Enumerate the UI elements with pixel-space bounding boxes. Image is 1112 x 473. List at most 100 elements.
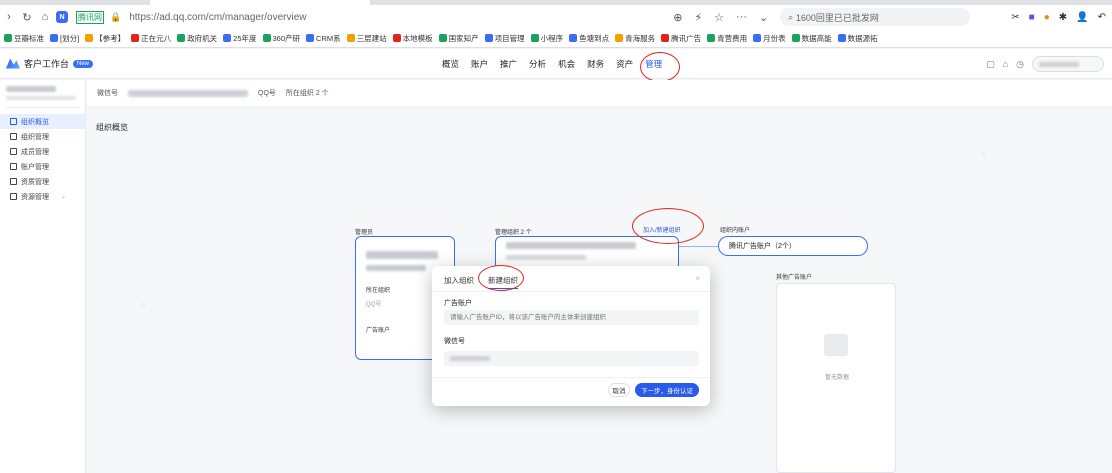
menu-icon <box>10 118 17 125</box>
app-title: 客户工作台 <box>24 59 70 69</box>
cancel-button[interactable]: 取消 <box>608 383 630 397</box>
bookmark-item[interactable]: [划分] <box>50 33 79 44</box>
extension-icon[interactable]: ■ <box>1029 12 1035 23</box>
bookmark-item[interactable]: 25年度 <box>223 33 257 44</box>
tab-create-org[interactable]: 新建组织 <box>488 272 518 289</box>
bookmark-item[interactable]: CRM系 <box>306 33 341 44</box>
nav-item[interactable]: 财务 <box>587 58 604 70</box>
next-identity-button[interactable]: 下一步，身份认证 <box>635 383 699 397</box>
bookmark-label: 国家知产 <box>448 33 479 43</box>
url-bar[interactable]: https://ad.qq.com/cm/manager/overview <box>129 12 649 23</box>
bookmark-icon <box>346 34 355 42</box>
nav-item[interactable]: 分析 <box>529 58 546 70</box>
owner-label: 管理员 <box>355 230 374 236</box>
clock-icon[interactable]: ◷ <box>1016 59 1024 70</box>
bookmark-item[interactable]: 项目管理 <box>484 33 525 44</box>
nav-item[interactable]: 管理 <box>645 58 662 70</box>
mail-icon[interactable]: ▢ <box>986 59 995 70</box>
forward-icon[interactable]: › <box>0 8 18 26</box>
tab-join-org[interactable]: 加入组织 <box>444 272 474 288</box>
nav-item[interactable]: 推广 <box>500 58 517 70</box>
bookmark-item[interactable]: 360产研 <box>262 33 300 44</box>
bookmark-label: 25年度 <box>233 33 257 43</box>
bookmark-icon <box>262 34 271 42</box>
reload-icon[interactable]: ↻ <box>18 8 36 26</box>
sidebar-item[interactable]: 资源管理 ⌄ <box>0 189 85 204</box>
bookmark-item[interactable]: 鱼塘到点 <box>569 33 609 44</box>
profile-icon[interactable]: 👤 <box>1076 12 1088 23</box>
bookmark-item[interactable]: 三层建站 <box>346 33 387 44</box>
menu-icon <box>10 178 17 185</box>
bookmark-icon <box>753 34 762 42</box>
scissors-icon[interactable]: ✂ <box>1011 12 1019 23</box>
app-logo[interactable]: 客户工作台 New <box>6 57 94 70</box>
join-create-org-link[interactable]: 加入/新建组织 <box>643 225 681 234</box>
close-icon[interactable]: × <box>695 274 700 283</box>
chevron-down-icon[interactable]: ⌄ <box>759 11 768 24</box>
org-meta <box>506 255 586 260</box>
bookmark-item[interactable]: 青海服务 <box>615 33 655 44</box>
browser-chrome: › ↻ ⌂ N 腾讯网 🔒 https://ad.qq.com/cm/manag… <box>0 0 1112 48</box>
owner-id <box>366 265 426 271</box>
bookmark-icon <box>50 34 58 42</box>
wechat-value <box>128 89 248 97</box>
chevron-down-icon[interactable]: ⌄ <box>61 193 66 200</box>
bookmark-item[interactable]: 豆瓣标准 <box>4 33 44 44</box>
home-icon[interactable]: ⌂ <box>36 8 54 26</box>
bookmark-icon <box>392 34 401 42</box>
bookmark-label: 数据高能 <box>801 33 832 43</box>
tab-strip <box>0 0 1112 5</box>
sidebar: 组织概览 组织管理 成员管理 账户管理 资质管理 资源管理 ⌄ <box>0 80 86 473</box>
extension-icon[interactable]: ● <box>1044 12 1050 23</box>
bookmark-item[interactable]: 月份表 <box>753 33 786 44</box>
more-icon[interactable]: ··· <box>736 11 747 23</box>
user-name <box>1039 61 1079 67</box>
wechat-label: 微信号 <box>97 90 118 97</box>
sidebar-item[interactable]: 账户管理 <box>0 159 85 174</box>
bookmark-item[interactable]: 小程序 <box>530 33 563 44</box>
bookmark-item[interactable]: 本地模板 <box>392 33 433 44</box>
site-logo-icon: N <box>56 11 68 23</box>
bookmarks-bar: 豆瓣标准 [划分] 【参考】 正在元八 政府机关 25年度 360产研 CRM系 三层建站 本地模… <box>0 29 1112 47</box>
user-menu[interactable] <box>1032 56 1104 72</box>
sidebar-item[interactable]: 成员管理 <box>0 144 85 159</box>
bolt-icon[interactable]: ⚡ <box>694 11 702 24</box>
bookmark-item[interactable]: 政府机关 <box>177 33 217 44</box>
empty-icon <box>824 334 848 356</box>
puzzle-icon[interactable]: ✱ <box>1059 12 1067 23</box>
bookmark-icon <box>177 34 186 42</box>
bookmark-label: 本地模板 <box>402 33 433 43</box>
undo-icon[interactable]: ↶ <box>1098 12 1106 23</box>
browser-search[interactable]: ⌕ 1600回里已已批发网 <box>780 8 971 26</box>
nav-item[interactable]: 资产 <box>616 58 633 70</box>
org-card[interactable] <box>495 236 679 270</box>
bookmark-item[interactable]: 正在元八 <box>131 33 171 44</box>
bookmark-item[interactable]: 腾讯广告 <box>661 33 701 44</box>
bookmark-label: 三层建站 <box>356 33 387 43</box>
lock-icon[interactable]: 🔒 <box>110 12 121 23</box>
bookmark-icon <box>661 34 670 42</box>
nav-item[interactable]: 账户 <box>471 58 488 70</box>
sidebar-item[interactable]: 资质管理 <box>0 174 85 189</box>
card-field-1: 所在组织 <box>366 288 391 294</box>
top-nav: 概览 账户 推广 分析 机会 财务 资产 管理 <box>442 49 662 79</box>
bookmark-item[interactable]: 数据源拓 <box>837 33 878 44</box>
bookmark-item[interactable]: 数据高能 <box>791 33 832 44</box>
bookmark-item[interactable]: 国家知产 <box>438 33 479 44</box>
ad-account-input[interactable] <box>444 310 699 325</box>
sidebar-item[interactable]: 组织概览 <box>0 114 85 129</box>
app-icon[interactable]: ⌂ <box>1003 59 1008 69</box>
wechat-field[interactable] <box>444 351 699 366</box>
active-browser-tab[interactable] <box>150 0 370 5</box>
bookmark-item[interactable]: 【参考】 <box>85 33 125 44</box>
create-org-dialog: 加入组织 新建组织 × 广告账户 微信号 取消 下一步，身份认证 <box>432 266 710 406</box>
tencent-account-pill[interactable]: 腾讯广告账户（2个） <box>718 236 868 256</box>
zoom-icon[interactable]: ⊕ <box>673 11 682 24</box>
nav-item[interactable]: 概览 <box>442 58 459 70</box>
account-summary[interactable] <box>6 86 79 108</box>
nav-item[interactable]: 机会 <box>558 58 575 70</box>
sidebar-item[interactable]: 组织管理 <box>0 129 85 144</box>
bookmark-icon <box>707 34 716 42</box>
star-icon[interactable]: ☆ <box>714 11 724 24</box>
bookmark-item[interactable]: 青营费用 <box>707 33 747 44</box>
